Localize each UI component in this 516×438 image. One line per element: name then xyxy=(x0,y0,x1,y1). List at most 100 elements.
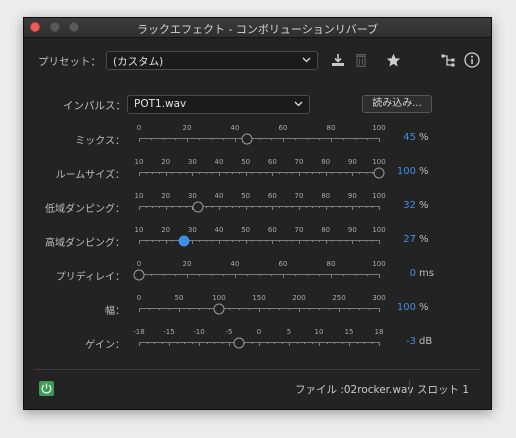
minor-tick xyxy=(146,240,147,242)
param-value[interactable]: 100 xyxy=(376,302,416,313)
minor-tick xyxy=(214,342,215,344)
routing-icon[interactable] xyxy=(441,54,455,67)
minor-tick xyxy=(346,206,347,208)
minor-tick xyxy=(211,138,212,140)
minor-tick xyxy=(159,240,160,242)
major-tick xyxy=(283,138,284,142)
minor-tick xyxy=(279,240,280,242)
window-title: ラックエフェクト - コンボリューションリバーブ xyxy=(136,23,379,36)
chevron-down-icon xyxy=(302,57,311,63)
minor-tick xyxy=(169,308,170,310)
major-tick xyxy=(235,274,236,278)
star-icon[interactable] xyxy=(386,53,401,68)
param-value[interactable]: 27 xyxy=(376,234,416,245)
tick-label: 40 xyxy=(214,226,224,234)
param-value[interactable]: -3 xyxy=(376,336,416,347)
minor-tick xyxy=(232,240,233,242)
major-tick xyxy=(326,172,327,176)
param-unit: % xyxy=(419,302,429,313)
tick-label: 50 xyxy=(241,158,251,166)
param-unit: ms xyxy=(419,268,434,279)
slider-handle[interactable] xyxy=(133,269,145,281)
minor-tick xyxy=(339,240,340,242)
minor-tick xyxy=(319,172,320,174)
minor-tick xyxy=(222,342,223,344)
slider-handle[interactable] xyxy=(233,337,245,349)
tick-label: 20 xyxy=(161,158,171,166)
param-value[interactable]: 100 xyxy=(376,166,416,177)
major-tick xyxy=(219,240,220,244)
major-tick xyxy=(139,240,140,244)
tick-label: 100 xyxy=(372,226,386,234)
title-bar[interactable]: ラックエフェクト - コンボリューションリバーブ xyxy=(24,18,491,38)
tick-label: 100 xyxy=(372,260,386,268)
tick-label: 100 xyxy=(372,158,386,166)
power-button[interactable] xyxy=(39,381,54,396)
major-tick xyxy=(187,274,188,278)
minor-tick xyxy=(279,172,280,174)
slider-handle[interactable] xyxy=(241,133,253,145)
minor-tick xyxy=(247,274,248,276)
major-tick xyxy=(219,206,220,210)
minor-tick xyxy=(359,308,360,310)
download-icon[interactable] xyxy=(331,53,345,67)
major-tick xyxy=(166,172,167,176)
major-tick xyxy=(331,274,332,278)
tick-label: 70 xyxy=(294,158,304,166)
minor-tick xyxy=(279,206,280,208)
slider-handle[interactable] xyxy=(213,303,225,315)
param-value[interactable]: 32 xyxy=(376,200,416,211)
minor-tick xyxy=(286,172,287,174)
tick-label: 40 xyxy=(230,124,240,132)
minor-tick xyxy=(147,342,148,344)
major-tick xyxy=(246,172,247,176)
minor-tick xyxy=(162,342,163,344)
param-value[interactable]: 45 xyxy=(376,132,416,143)
preset-dropdown[interactable]: (カスタム) xyxy=(106,51,318,70)
slider-handle[interactable] xyxy=(178,235,190,247)
minor-tick xyxy=(239,206,240,208)
tick-label: 40 xyxy=(214,158,224,166)
minor-tick xyxy=(159,172,160,174)
minor-tick xyxy=(259,274,260,276)
major-tick xyxy=(192,172,193,176)
minor-tick xyxy=(359,240,360,242)
info-icon[interactable] xyxy=(464,52,480,68)
tick-label: 0 xyxy=(136,294,142,302)
param-unit: dB xyxy=(419,336,433,347)
major-tick xyxy=(299,240,300,244)
param-label: 低域ダンピング： xyxy=(45,204,125,215)
minor-tick xyxy=(312,342,313,344)
minor-tick xyxy=(206,172,207,174)
major-tick xyxy=(319,342,320,346)
tick-label: 80 xyxy=(321,192,331,200)
minor-tick xyxy=(307,274,308,276)
minor-tick xyxy=(346,240,347,242)
minor-tick xyxy=(172,240,173,242)
minor-tick xyxy=(342,342,343,344)
tick-label: 100 xyxy=(372,192,386,200)
slider-handle[interactable] xyxy=(192,201,204,213)
load-button[interactable]: 読み込み... xyxy=(362,95,432,113)
minor-tick xyxy=(367,274,368,276)
param-value[interactable]: 0 xyxy=(376,268,416,279)
minor-tick xyxy=(366,172,367,174)
minor-tick xyxy=(152,240,153,242)
tick-label: 30 xyxy=(187,226,197,234)
minor-tick xyxy=(367,138,368,140)
tick-label: 70 xyxy=(294,192,304,200)
impulse-dropdown[interactable]: POT1.wav xyxy=(127,95,310,114)
minor-tick xyxy=(271,138,272,140)
minor-tick xyxy=(366,206,367,208)
minor-tick xyxy=(289,308,290,310)
minor-tick xyxy=(226,206,227,208)
tick-label: 50 xyxy=(174,294,184,302)
tick-label: 300 xyxy=(372,294,386,302)
minor-tick xyxy=(372,342,373,344)
footer-divider xyxy=(34,369,481,370)
major-tick xyxy=(352,206,353,210)
footer-separator xyxy=(409,380,410,396)
trash-icon[interactable] xyxy=(355,53,367,67)
minor-tick xyxy=(271,274,272,276)
preset-value: (カスタム) xyxy=(113,56,164,68)
